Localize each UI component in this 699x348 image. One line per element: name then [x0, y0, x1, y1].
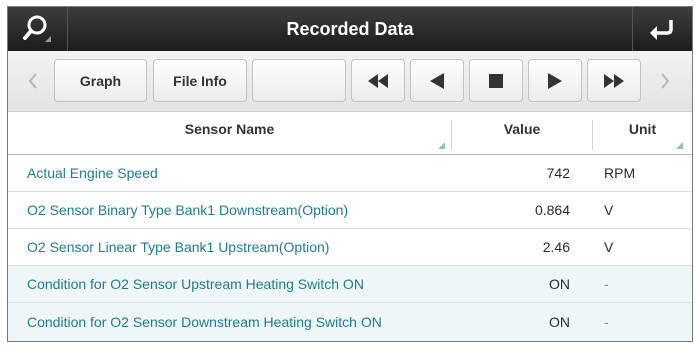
table-row[interactable]: O2 Sensor Binary Type Bank1 Downstream(O… — [8, 192, 692, 229]
sort-indicator-icon — [438, 142, 445, 149]
sensor-name-cell: Actual Engine Speed — [27, 165, 158, 181]
title-bar: Recorded Data — [8, 7, 692, 51]
unit-header-label: Unit — [628, 121, 657, 137]
value-cell: 2.46 — [542, 239, 570, 255]
table-row[interactable]: Condition for O2 Sensor Downstream Heati… — [8, 303, 692, 341]
sensor-name-cell: Condition for O2 Sensor Upstream Heating… — [27, 276, 364, 292]
search-button[interactable] — [8, 7, 68, 51]
file-info-button[interactable]: File Info — [153, 59, 247, 102]
sensor-name-cell: O2 Sensor Linear Type Bank1 Upstream(Opt… — [27, 239, 330, 255]
back-button[interactable] — [632, 7, 692, 51]
fast-forward-button[interactable] — [587, 59, 641, 102]
unit-cell: V — [604, 239, 614, 255]
scroll-left-button[interactable] — [20, 59, 46, 102]
sort-indicator-icon — [676, 142, 683, 149]
table-row[interactable]: O2 Sensor Linear Type Bank1 Upstream(Opt… — [8, 229, 692, 266]
recorded-data-window: Recorded Data Graph File Info Sensor Nam… — [7, 6, 693, 342]
unit-cell: RPM — [604, 165, 636, 181]
sensor-name-cell: O2 Sensor Binary Type Bank1 Downstream(O… — [27, 202, 349, 218]
page-title: Recorded Data — [286, 19, 414, 39]
fast-forward-icon — [604, 73, 624, 88]
value-cell: 742 — [546, 165, 570, 181]
value-cell: ON — [549, 276, 570, 292]
value-cell: ON — [549, 314, 570, 330]
unit-cell: - — [604, 314, 609, 330]
play-icon — [548, 72, 562, 89]
value-header-label: Value — [503, 121, 541, 137]
stop-icon — [489, 73, 503, 88]
chevron-left-icon — [28, 72, 37, 89]
unit-cell: V — [604, 202, 614, 218]
search-icon — [23, 15, 51, 42]
sensor-name-header-label: Sensor Name — [184, 121, 275, 137]
table-header: Sensor Name Value Unit — [8, 112, 692, 155]
toolbar: Graph File Info — [8, 51, 692, 112]
table-row[interactable]: Condition for O2 Sensor Upstream Heating… — [8, 266, 692, 303]
unit-cell: - — [604, 276, 609, 292]
sensor-name-cell: Condition for O2 Sensor Downstream Heati… — [27, 314, 382, 330]
rewind-icon — [368, 73, 388, 88]
blank-button[interactable] — [252, 59, 346, 102]
stop-button[interactable] — [469, 59, 523, 102]
scroll-right-button[interactable] — [652, 59, 678, 102]
play-button[interactable] — [528, 59, 582, 102]
rewind-button[interactable] — [351, 59, 405, 102]
step-back-icon — [430, 72, 444, 89]
chevron-right-icon — [661, 72, 670, 89]
value-column-header[interactable]: Value — [452, 112, 592, 154]
table-row[interactable]: Actual Engine Speed 742 RPM — [8, 155, 692, 192]
sensor-name-column-header[interactable]: Sensor Name — [8, 112, 451, 154]
return-arrow-icon — [650, 20, 673, 40]
graph-button[interactable]: Graph — [54, 59, 147, 102]
value-cell: 0.864 — [534, 202, 570, 218]
step-back-button[interactable] — [410, 59, 464, 102]
